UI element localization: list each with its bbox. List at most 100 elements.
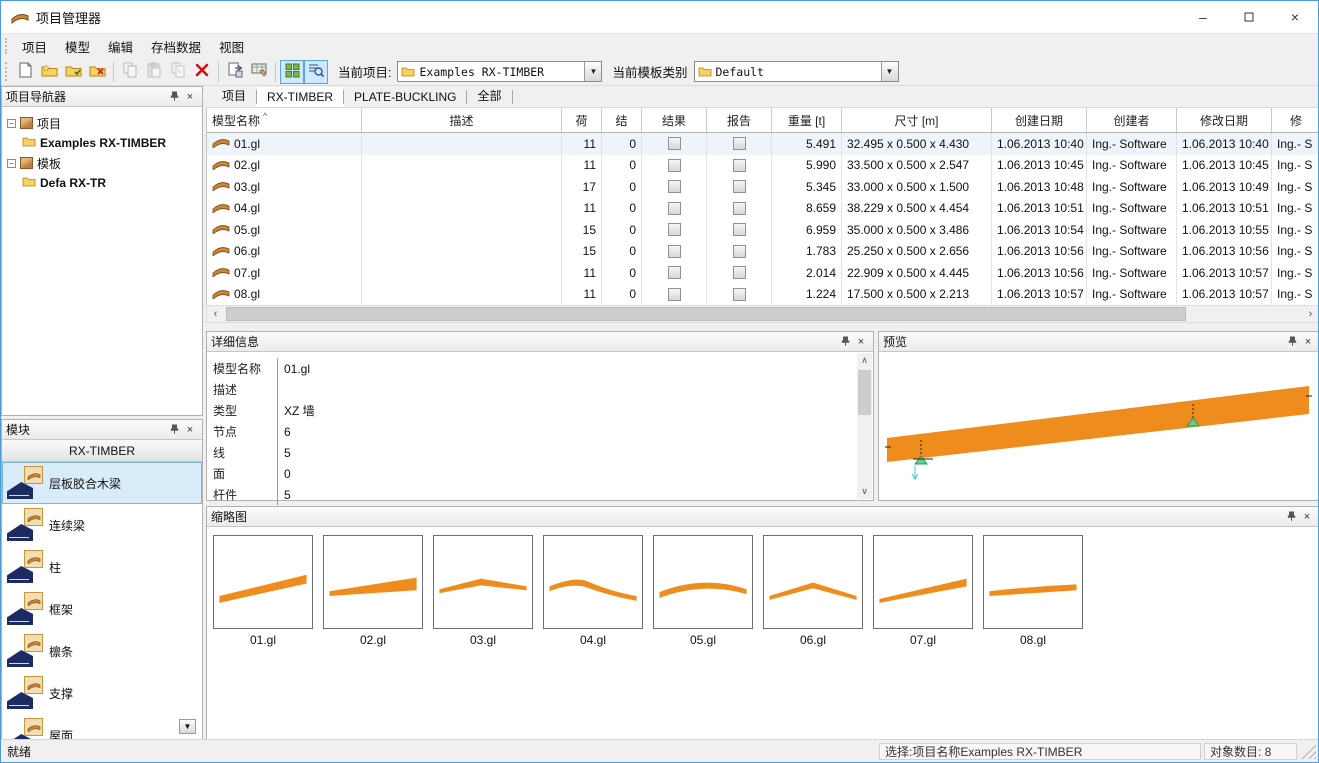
import-button[interactable] xyxy=(223,60,247,84)
tab-plate-buckling[interactable]: PLATE-BUCKLING xyxy=(344,87,466,107)
edit-project-button[interactable] xyxy=(61,60,85,84)
result-checkbox[interactable] xyxy=(733,180,746,193)
column-header[interactable]: 创建者 xyxy=(1087,108,1177,132)
result-checkbox[interactable] xyxy=(668,137,681,150)
maximize-button[interactable] xyxy=(1226,1,1272,33)
resize-grip[interactable] xyxy=(1300,743,1316,759)
result-checkbox[interactable] xyxy=(733,288,746,301)
tab-all[interactable]: 全部 xyxy=(467,84,511,107)
result-checkbox[interactable] xyxy=(733,202,746,215)
thumbnail-item[interactable]: 05.gl xyxy=(653,535,753,647)
result-checkbox[interactable] xyxy=(668,245,681,258)
column-header[interactable]: 报告 xyxy=(707,108,772,132)
table-row[interactable]: 04.gl1108.65938.229 x 0.500 x 4.4541.06.… xyxy=(207,198,1319,220)
tree-node-projects[interactable]: −项目 xyxy=(4,113,200,133)
table-row[interactable]: 05.gl1506.95935.000 x 0.500 x 3.4861.06.… xyxy=(207,219,1319,241)
table-row[interactable]: 01.gl1105.49132.495 x 0.500 x 4.4301.06.… xyxy=(207,133,1319,155)
template-category-combobox[interactable]: Default ▼ xyxy=(694,61,899,82)
menu-model[interactable]: 模型 xyxy=(56,34,99,59)
table-row[interactable]: 07.gl1102.01422.909 x 0.500 x 4.4451.06.… xyxy=(207,262,1319,284)
column-header[interactable]: 创建日期 xyxy=(992,108,1087,132)
thumbnail-image[interactable] xyxy=(433,535,533,629)
scroll-down-icon[interactable]: ∨ xyxy=(857,484,872,499)
column-header[interactable]: 结 xyxy=(602,108,642,132)
thumbnail-image[interactable] xyxy=(763,535,863,629)
delete-button[interactable] xyxy=(190,60,214,84)
module-frame[interactable]: 框架 xyxy=(2,588,202,630)
tree-node-examples-rx-timber[interactable]: Examples RX-TIMBER xyxy=(4,133,200,153)
module-glued-laminated-beam[interactable]: 层板胶合木梁 xyxy=(2,462,202,504)
scroll-up-icon[interactable]: ∧ xyxy=(857,353,872,368)
close-panel-icon[interactable]: × xyxy=(182,89,198,105)
thumbnail-item[interactable]: 04.gl xyxy=(543,535,643,647)
tree-node-default-template[interactable]: Defa RX-TR xyxy=(4,173,200,193)
result-checkbox[interactable] xyxy=(733,245,746,258)
column-header[interactable]: 修改日期 xyxy=(1177,108,1272,132)
thumbnail-image[interactable] xyxy=(653,535,753,629)
module-column[interactable]: 柱 xyxy=(2,546,202,588)
table-row[interactable]: 02.gl1105.99033.500 x 0.500 x 2.5471.06.… xyxy=(207,155,1319,177)
result-checkbox[interactable] xyxy=(668,202,681,215)
column-header[interactable]: 修 xyxy=(1272,108,1319,132)
thumbnail-item[interactable]: 06.gl xyxy=(763,535,863,647)
thumbnail-item[interactable]: 01.gl xyxy=(213,535,313,647)
result-checkbox[interactable] xyxy=(733,266,746,279)
pin-icon[interactable] xyxy=(166,422,182,438)
thumbnail-item[interactable]: 02.gl xyxy=(323,535,423,647)
thumbnail-item[interactable]: 08.gl xyxy=(983,535,1083,647)
menu-archive-data[interactable]: 存档数据 xyxy=(142,34,210,59)
tree-expander-icon[interactable]: − xyxy=(7,159,16,168)
close-button[interactable]: × xyxy=(1272,1,1318,33)
module-brace[interactable]: 支撑 xyxy=(2,672,202,714)
scrollbar-thumb[interactable] xyxy=(226,307,1186,321)
result-checkbox[interactable] xyxy=(733,159,746,172)
result-checkbox[interactable] xyxy=(668,288,681,301)
close-panel-icon[interactable]: × xyxy=(182,422,198,438)
thumbnail-item[interactable]: 03.gl xyxy=(433,535,533,647)
modules-group-header[interactable]: RX-TIMBER xyxy=(2,440,202,462)
dropdown-arrow-icon[interactable]: ▼ xyxy=(881,62,898,81)
thumbnail-image[interactable] xyxy=(543,535,643,629)
result-checkbox[interactable] xyxy=(668,223,681,236)
new-project-button[interactable] xyxy=(37,60,61,84)
pin-icon[interactable] xyxy=(1284,334,1300,350)
pin-icon[interactable] xyxy=(837,334,853,350)
result-checkbox[interactable] xyxy=(668,180,681,193)
view-details-toggle[interactable] xyxy=(304,60,328,84)
column-header[interactable]: 荷 xyxy=(562,108,602,132)
pin-icon[interactable] xyxy=(1283,509,1299,525)
new-model-button[interactable] xyxy=(13,60,37,84)
close-panel-icon[interactable]: × xyxy=(1300,334,1316,350)
menu-view[interactable]: 视图 xyxy=(210,34,253,59)
result-checkbox[interactable] xyxy=(668,159,681,172)
table-row[interactable]: 06.gl1501.78325.250 x 0.500 x 2.6561.06.… xyxy=(207,241,1319,263)
thumbnail-image[interactable] xyxy=(323,535,423,629)
tab-project[interactable]: 项目 xyxy=(212,84,256,107)
thumbnail-item[interactable]: 07.gl xyxy=(873,535,973,647)
module-continuous-beam[interactable]: 连续梁 xyxy=(2,504,202,546)
modules-scroll-down-button[interactable]: ▼ xyxy=(179,719,196,734)
menu-edit[interactable]: 编辑 xyxy=(99,34,142,59)
close-panel-icon[interactable]: × xyxy=(1299,509,1315,525)
result-checkbox[interactable] xyxy=(733,223,746,236)
thumbnail-image[interactable] xyxy=(983,535,1083,629)
table-row[interactable]: 03.gl1705.34533.000 x 0.500 x 1.5001.06.… xyxy=(207,176,1319,198)
column-header[interactable]: 模型名称^ xyxy=(207,108,362,132)
scrollbar-thumb[interactable] xyxy=(858,370,871,415)
archive-button[interactable] xyxy=(247,60,271,84)
table-horizontal-scrollbar[interactable]: ‹ › xyxy=(206,305,1319,323)
result-checkbox[interactable] xyxy=(733,137,746,150)
result-checkbox[interactable] xyxy=(668,266,681,279)
details-vertical-scrollbar[interactable]: ∧ ∨ xyxy=(857,353,872,499)
manage-projects-button[interactable] xyxy=(85,60,109,84)
current-project-combobox[interactable]: Examples RX-TIMBER ▼ xyxy=(397,61,602,82)
module-purlin[interactable]: 檩条 xyxy=(2,630,202,672)
column-header[interactable]: 重量 [t] xyxy=(772,108,842,132)
tree-node-templates[interactable]: −模板 xyxy=(4,153,200,173)
scroll-right-icon[interactable]: › xyxy=(1302,306,1319,322)
close-panel-icon[interactable]: × xyxy=(853,334,869,350)
minimize-button[interactable]: – xyxy=(1180,1,1226,33)
thumbnail-image[interactable] xyxy=(873,535,973,629)
view-thumbnails-toggle[interactable] xyxy=(280,60,304,84)
table-row[interactable]: 08.gl1101.22417.500 x 0.500 x 2.2131.06.… xyxy=(207,284,1319,306)
